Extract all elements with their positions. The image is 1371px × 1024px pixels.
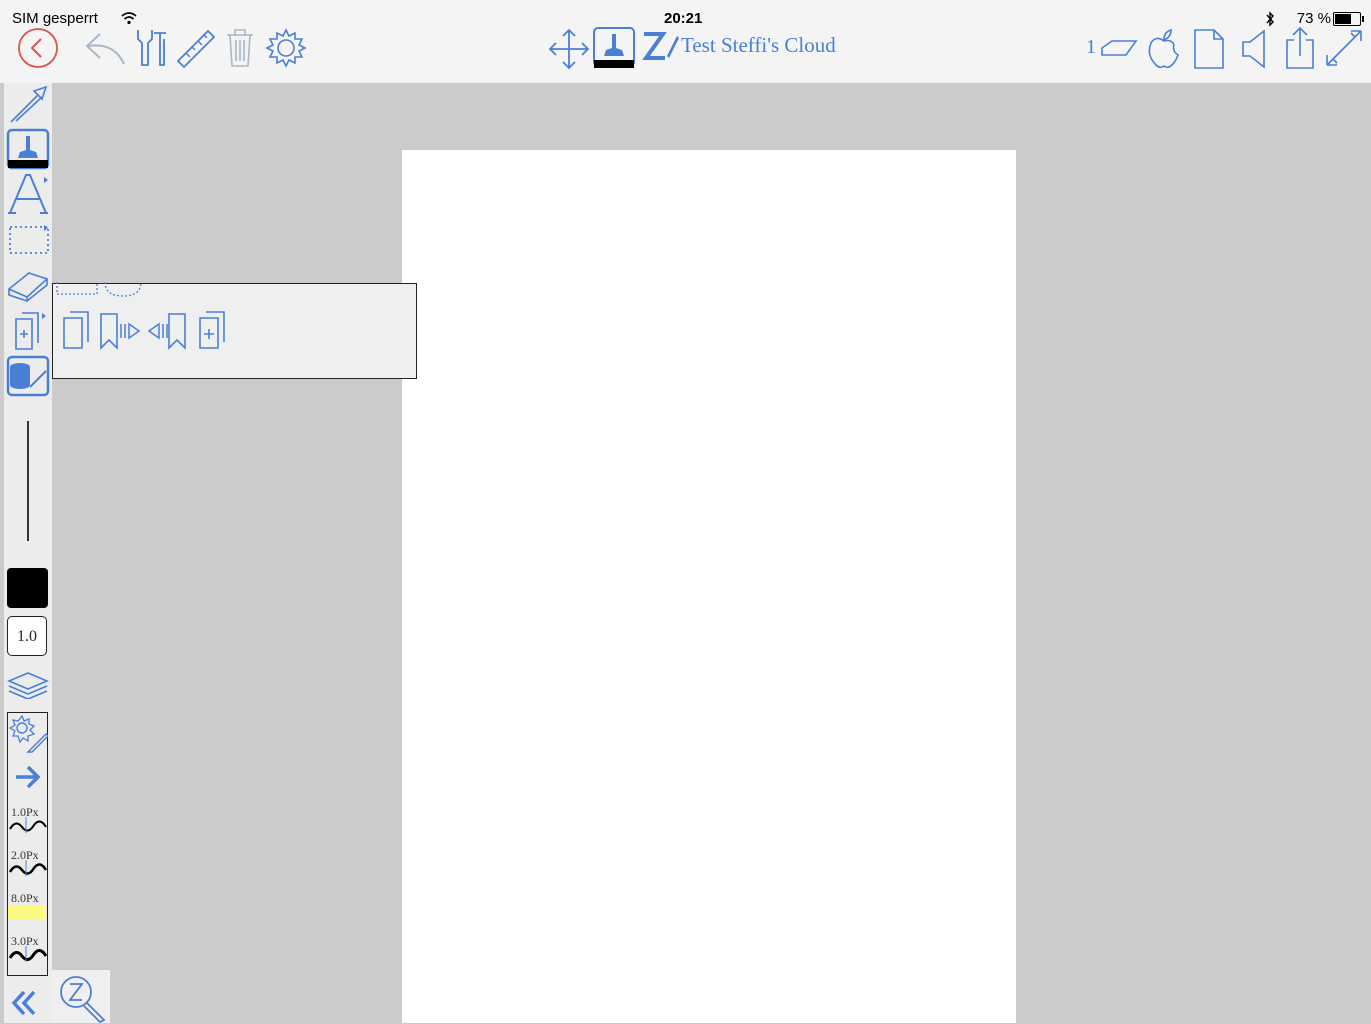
color-swatch[interactable] <box>7 568 48 608</box>
stroke-wave-icon <box>8 946 48 962</box>
laser-pointer-icon[interactable] <box>8 85 48 125</box>
add-page-icon[interactable] <box>198 310 228 350</box>
zoomnotes-logo-icon[interactable] <box>641 30 681 62</box>
preset-label: 8.0Px <box>11 891 39 905</box>
preset-item[interactable]: 1.0Px <box>8 801 47 841</box>
speaker-icon[interactable] <box>1240 28 1268 70</box>
stroke-width-box[interactable]: 1.0 <box>7 616 47 656</box>
arrow-right-icon[interactable] <box>14 765 42 789</box>
tools-icon[interactable] <box>132 27 168 69</box>
preset-item[interactable]: 3.0Px <box>8 930 48 970</box>
shape-preview-icon <box>56 282 142 297</box>
document-title[interactable]: Test Steffi's Cloud <box>681 33 836 58</box>
top-toolbar: SIM gesperrt 20:21 73 % Test Steffi's Cl… <box>0 0 1371 83</box>
battery-icon <box>1333 12 1364 26</box>
preset-item[interactable]: 2.0Px <box>8 844 48 884</box>
page-actions-popup <box>52 282 417 379</box>
trash-icon[interactable] <box>224 27 256 69</box>
layers-icon[interactable] <box>7 671 49 699</box>
fullscreen-icon[interactable] <box>1323 27 1365 69</box>
page-icon[interactable] <box>1192 28 1226 70</box>
zoom-corner <box>52 970 110 1024</box>
stroke-wave-icon <box>8 860 48 876</box>
eraser-icon[interactable] <box>7 267 49 303</box>
stroke-wave-icon <box>9 817 47 833</box>
undo-icon[interactable] <box>84 30 128 66</box>
apple-icon[interactable] <box>1146 27 1182 71</box>
pen-tool-icon[interactable] <box>6 128 50 172</box>
layers-database-icon[interactable] <box>6 355 50 397</box>
opacity-slider[interactable] <box>27 421 29 541</box>
preset-item[interactable]: 8.0Px <box>8 887 46 927</box>
bluetooth-icon <box>1265 11 1275 27</box>
text-tool-icon[interactable] <box>6 171 50 217</box>
page-shape-icon[interactable] <box>1100 38 1138 58</box>
zoom-search-icon[interactable] <box>56 974 108 1024</box>
back-circle-icon[interactable] <box>17 27 59 69</box>
highlighter-stroke <box>8 905 46 919</box>
settings-pen-icon[interactable] <box>8 714 48 754</box>
move-icon[interactable] <box>548 28 590 70</box>
selection-tool-icon[interactable] <box>8 223 50 255</box>
canvas-page[interactable] <box>402 150 1016 1023</box>
ruler-icon[interactable] <box>174 27 218 71</box>
page-number[interactable]: 1 <box>1086 36 1096 59</box>
preset-panel: 1.0Px 2.0Px 8.0Px 3.0Px <box>7 712 48 976</box>
pages-icon[interactable] <box>12 309 48 351</box>
carrier-status: SIM gesperrt <box>12 10 98 27</box>
collapse-sidebar-icon[interactable] <box>10 988 40 1018</box>
clock: 20:21 <box>664 10 703 27</box>
bookmark-next-icon[interactable] <box>99 312 143 350</box>
wifi-icon <box>121 12 137 25</box>
duplicate-page-icon[interactable] <box>62 310 90 350</box>
pen-tool-icon[interactable] <box>592 26 636 70</box>
gear-icon[interactable] <box>264 27 308 69</box>
battery-percentage: 73 % <box>1296 10 1331 27</box>
share-icon[interactable] <box>1284 26 1316 70</box>
bookmark-previous-icon[interactable] <box>145 312 189 350</box>
